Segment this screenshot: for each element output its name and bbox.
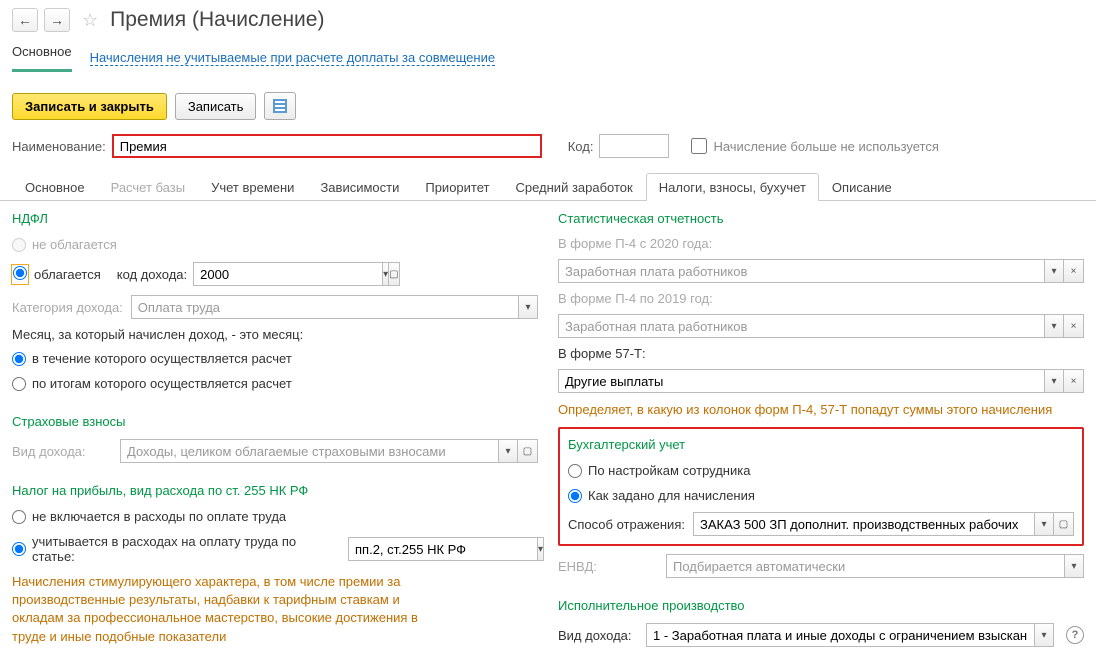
tab-avg-earn[interactable]: Средний заработок [502, 173, 645, 201]
accounting-title: Бухгалтерский учет [568, 437, 1074, 452]
dropdown-icon[interactable]: ▾ [1044, 314, 1064, 338]
acc-opt1-row[interactable]: По настройкам сотрудника [568, 462, 1074, 479]
stat-p4-2020-label: В форме П-4 с 2020 года: [558, 236, 1084, 251]
profit-opt2-row: учитывается в расходах на оплату труда п… [12, 533, 538, 565]
ndfl-category-input [131, 295, 518, 319]
profit-opt2-radio[interactable] [12, 542, 26, 556]
envd-label: ЕНВД: [558, 559, 658, 574]
tab-priority[interactable]: Приоритет [412, 173, 502, 201]
accounting-box: Бухгалтерский учет По настройкам сотрудн… [558, 427, 1084, 546]
dropdown-icon[interactable]: ▾ [518, 295, 538, 319]
acc-method-input[interactable] [693, 512, 1034, 536]
tab-base-calc: Расчет базы [98, 173, 199, 201]
stat-57t-label: В форме 57-Т: [558, 346, 1084, 361]
ndfl-title: НДФЛ [12, 211, 538, 226]
ndfl-not-taxed-row[interactable]: не облагается [12, 236, 538, 253]
name-label: Наименование: [12, 139, 106, 154]
stat-help-text: Определяет, в какую из колонок форм П-4,… [558, 401, 1084, 419]
clear-icon[interactable]: × [1064, 369, 1084, 393]
dropdown-icon[interactable]: ▾ [1044, 259, 1064, 283]
tab-basic[interactable]: Основное [12, 173, 98, 201]
link-not-counted[interactable]: Начисления не учитываемые при расчете до… [90, 50, 496, 66]
acc-opt2-radio[interactable] [568, 489, 582, 503]
acc-opt1-radio[interactable] [568, 464, 582, 478]
list-button[interactable] [264, 92, 296, 120]
help-icon[interactable]: ? [1066, 626, 1084, 644]
tab-time[interactable]: Учет времени [198, 173, 307, 201]
stat-p4-2019-input [558, 314, 1044, 338]
nav-forward-button[interactable]: → [44, 8, 70, 32]
envd-input [666, 554, 1064, 578]
insurance-input [120, 439, 498, 463]
profit-opt1-row[interactable]: не включается в расходы по оплате труда [12, 508, 538, 525]
tabs: Основное Расчет базы Учет времени Зависи… [0, 172, 1096, 201]
save-button[interactable]: Записать [175, 93, 257, 120]
dropdown-icon[interactable]: ▾ [1034, 623, 1054, 647]
profit-tax-title: Налог на прибыль, вид расхода по ст. 255… [12, 483, 538, 498]
dropdown-icon[interactable]: ▾ [537, 537, 544, 561]
code-input[interactable] [599, 134, 669, 158]
clear-icon[interactable]: × [1064, 314, 1084, 338]
page-title: Премия (Начисление) [110, 8, 324, 32]
clear-icon[interactable]: × [1064, 259, 1084, 283]
insurance-label: Вид дохода: [12, 444, 112, 459]
obsolete-checkbox[interactable] [691, 138, 707, 154]
link-main[interactable]: Основное [12, 44, 72, 72]
save-close-button[interactable]: Записать и закрыть [12, 93, 167, 120]
dropdown-icon[interactable]: ▾ [1034, 512, 1054, 536]
nav-back-button[interactable]: ← [12, 8, 38, 32]
month-opt2-radio[interactable] [12, 377, 26, 391]
open-icon[interactable]: ▢ [1054, 512, 1074, 536]
stat-p4-2019-label: В форме П-4 по 2019 год: [558, 291, 1084, 306]
exec-input[interactable] [646, 623, 1034, 647]
ndfl-category-label: Категория дохода: [12, 300, 123, 315]
obsolete-checkbox-label[interactable]: Начисление больше не используется [691, 138, 938, 154]
profit-help-text: Начисления стимулирующего характера, в т… [12, 573, 452, 646]
exec-title: Исполнительное производство [558, 598, 1084, 613]
acc-opt2-row[interactable]: Как задано для начисления [568, 487, 1074, 504]
month-opt2-row[interactable]: по итогам которого осуществляется расчет [12, 375, 538, 392]
ndfl-income-code-input[interactable] [193, 262, 382, 286]
stat-title: Статистическая отчетность [558, 211, 1084, 226]
profit-article-input[interactable] [348, 537, 537, 561]
month-opt1-row[interactable]: в течение которого осуществляется расчет [12, 350, 538, 367]
insurance-title: Страховые взносы [12, 414, 538, 429]
name-input[interactable] [112, 134, 542, 158]
dropdown-icon[interactable]: ▾ [1044, 369, 1064, 393]
ndfl-taxed-row: облагается код дохода: ▾ ▢ [12, 261, 538, 287]
code-label: Код: [568, 139, 594, 154]
ndfl-taxed-radio[interactable] [13, 266, 27, 280]
stat-57t-input[interactable] [558, 369, 1044, 393]
ndfl-not-taxed-radio [12, 238, 26, 252]
stat-p4-2020-input [558, 259, 1044, 283]
acc-method-label: Способ отражения: [568, 517, 685, 532]
month-opt1-radio[interactable] [12, 352, 26, 366]
exec-label: Вид дохода: [558, 628, 638, 643]
open-icon[interactable]: ▢ [389, 262, 399, 286]
dropdown-icon[interactable]: ▾ [498, 439, 518, 463]
favorite-star-icon[interactable]: ☆ [82, 10, 98, 31]
profit-opt1-radio[interactable] [12, 510, 26, 524]
ndfl-month-label: Месяц, за который начислен доход, - это … [12, 327, 538, 342]
open-icon[interactable]: ▢ [518, 439, 538, 463]
dropdown-icon[interactable]: ▾ [1064, 554, 1084, 578]
tab-taxes[interactable]: Налоги, взносы, бухучет [646, 173, 819, 201]
dropdown-icon[interactable]: ▾ [382, 262, 389, 286]
list-icon [273, 99, 287, 113]
tab-dependencies[interactable]: Зависимости [307, 173, 412, 201]
tab-description[interactable]: Описание [819, 173, 905, 201]
